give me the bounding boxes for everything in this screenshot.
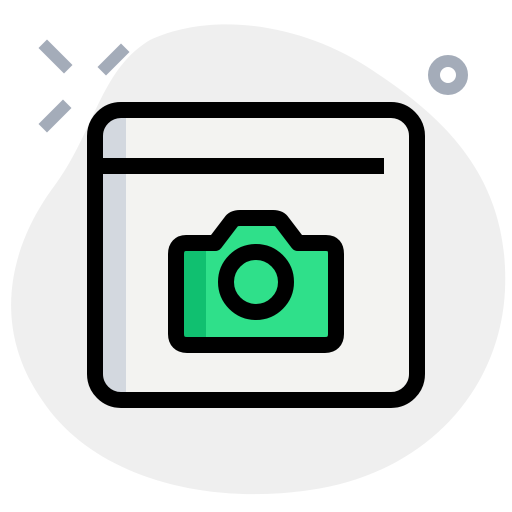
browser-camera-icon [11, 24, 506, 495]
ring-icon [428, 55, 468, 95]
camera-icon [168, 210, 344, 353]
camera-lens [218, 244, 294, 320]
icon-canvas [0, 0, 512, 512]
